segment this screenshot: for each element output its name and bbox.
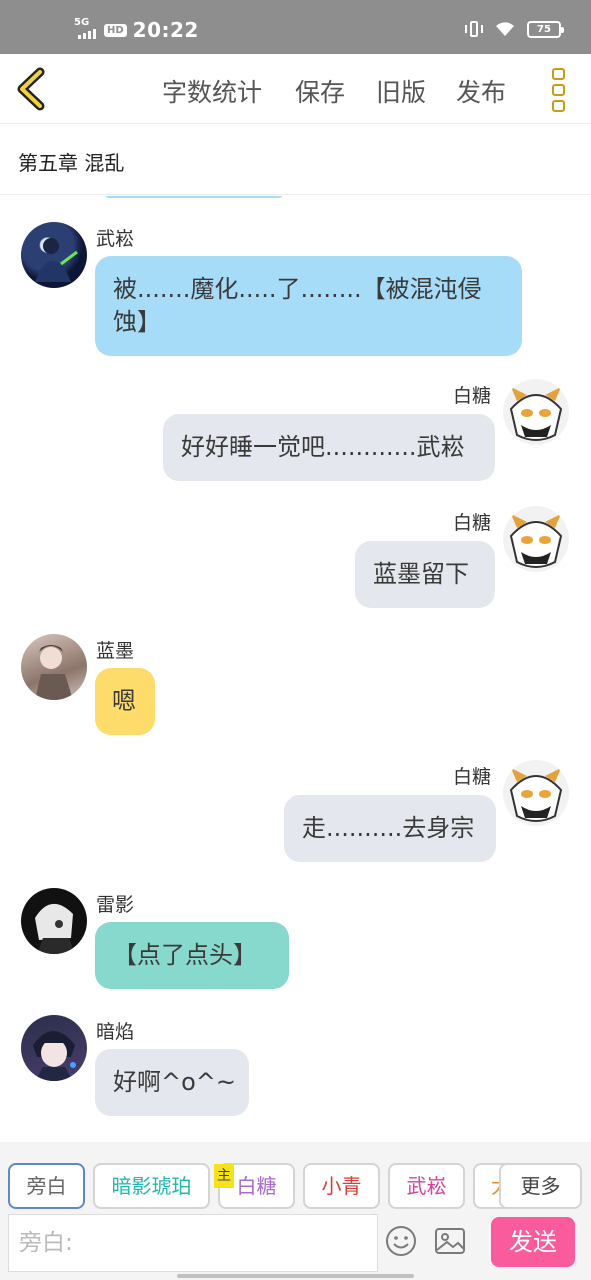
message-input-box[interactable] [8, 1214, 378, 1272]
sender-name: 雷影 [96, 894, 135, 916]
message-bubble[interactable]: 好好睡一觉吧............武崧 [163, 414, 495, 481]
role-chip-narrator[interactable]: 旁白 [8, 1163, 85, 1209]
sender-name: 白糖 [453, 766, 492, 788]
vibrate-icon [465, 20, 483, 38]
avatar-leiying[interactable] [21, 888, 87, 954]
chapter-title[interactable]: 第五章 混乱 [18, 147, 124, 176]
sender-name: 蓝墨 [96, 640, 135, 662]
status-bar: 5G HD 20:22 75 [0, 0, 591, 54]
save-button[interactable]: 保存 [295, 73, 345, 109]
hd-badge: HD [104, 23, 127, 37]
image-icon[interactable] [433, 1224, 467, 1258]
menu-icon[interactable] [548, 66, 568, 114]
sender-name: 暗焰 [96, 1021, 135, 1043]
sender-name: 白糖 [453, 385, 492, 407]
composer-panel: 旁白 暗影琥珀 主 白糖 小青 武崧 大 更多 发送 [0, 1142, 591, 1280]
cellular-signal-icon: 5G [74, 17, 98, 41]
message-bubble[interactable]: 走..........去身宗 [284, 795, 496, 862]
sender-name: 白糖 [453, 512, 492, 534]
avatar-baitang[interactable] [503, 760, 569, 826]
status-time: 20:22 [132, 18, 199, 42]
more-roles-button[interactable]: 更多 [499, 1163, 582, 1209]
avatar-baitang[interactable] [503, 506, 569, 572]
role-chip-wusong[interactable]: 武崧 [388, 1163, 465, 1209]
wifi-icon [496, 22, 514, 36]
message-input[interactable] [9, 1215, 377, 1271]
message-bubble[interactable]: 被.......魔化.....了........【被混沌侵蚀】 [95, 256, 522, 356]
emoji-icon[interactable] [384, 1224, 418, 1258]
chat-area[interactable]: 武崧 被.......魔化.....了........【被混沌侵蚀】 白糖 好好… [0, 196, 591, 1141]
message-bubble[interactable]: 【点了点头】 [95, 922, 289, 989]
sender-name: 武崧 [96, 228, 135, 250]
message-bubble[interactable]: 嗯 [95, 668, 155, 735]
avatar-anyan[interactable] [21, 1015, 87, 1081]
old-version-button[interactable]: 旧版 [376, 73, 426, 109]
send-button[interactable]: 发送 [491, 1217, 575, 1267]
message-bubble[interactable]: 蓝墨留下 [355, 541, 495, 608]
avatar-wusong[interactable] [21, 222, 87, 288]
battery-level: 75 [537, 23, 551, 35]
previous-message-bubble[interactable] [103, 196, 285, 198]
word-count-button[interactable]: 字数统计 [162, 73, 262, 109]
editor-toolbar: 字数统计 保存 旧版 发布 [0, 54, 591, 124]
owner-badge: 主 [214, 1164, 234, 1188]
battery-icon: 75 [527, 20, 564, 38]
role-chip-anying-hupo[interactable]: 暗影琥珀 [93, 1163, 210, 1209]
avatar-baitang[interactable] [503, 379, 569, 445]
role-chip-xiaoqing[interactable]: 小青 [303, 1163, 380, 1209]
avatar-lanmo[interactable] [21, 634, 87, 700]
publish-button[interactable]: 发布 [456, 73, 506, 109]
home-indicator[interactable] [177, 1274, 414, 1278]
chevron-left-icon[interactable] [14, 66, 50, 112]
chapter-header: 第五章 混乱 [0, 125, 591, 195]
message-bubble[interactable]: 好啊^o^~ [95, 1049, 249, 1116]
